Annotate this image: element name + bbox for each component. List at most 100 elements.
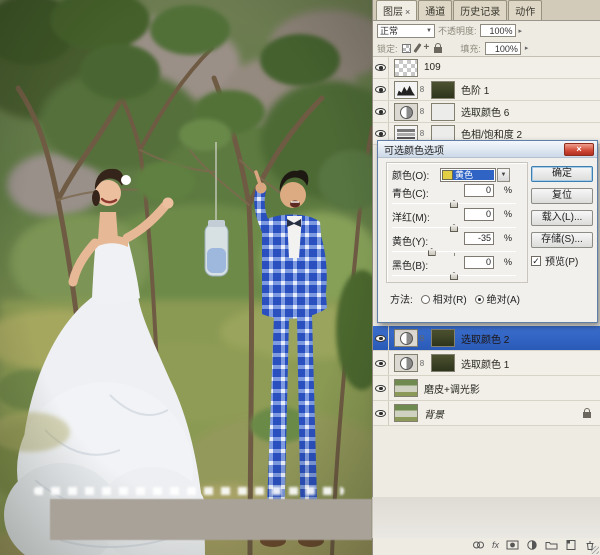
preview-checkbox[interactable]: ✓ [531, 255, 541, 266]
eye-icon [375, 384, 386, 392]
layer-mask-thumbnail[interactable] [431, 354, 455, 372]
black-input[interactable]: 0 [464, 256, 494, 269]
layer-name[interactable]: 色阶 1 [461, 82, 489, 97]
layer-name[interactable]: 选取颜色 2 [461, 331, 509, 346]
reset-button[interactable]: 复位 [531, 188, 593, 204]
new-adjustment-layer-icon[interactable] [526, 539, 538, 551]
tab-channels[interactable]: 通道 [418, 0, 453, 20]
layer-row-selective2[interactable]: 8 选取颜色 2 [373, 326, 600, 351]
lock-position-icon[interactable]: + [424, 43, 430, 53]
layer-name[interactable]: 背景 [424, 406, 444, 421]
new-layer-icon[interactable] [565, 539, 577, 551]
tab-layers-label: 图层 [383, 7, 403, 18]
layer-mask-thumbnail[interactable] [431, 80, 455, 99]
lock-all-icon[interactable] [434, 43, 443, 53]
photo-canvas[interactable] [0, 0, 372, 555]
levels-adjustment-thumbnail[interactable] [394, 80, 418, 99]
fill-spinner-icon[interactable]: ▸ [525, 44, 529, 52]
layer-row-selective1[interactable]: 8 选取颜色 1 [373, 351, 600, 376]
layer-name[interactable]: 色相/饱和度 2 [461, 126, 522, 141]
eye-icon [375, 108, 386, 115]
layer-row-retouch[interactable]: 磨皮+调光影 [373, 376, 600, 401]
layers-panel-footer: fx [472, 539, 596, 551]
layer-row-background[interactable]: 背景 [373, 401, 600, 426]
slider-handle[interactable] [427, 248, 436, 256]
yellow-slider[interactable] [392, 248, 516, 257]
slider-handle[interactable] [450, 224, 458, 232]
visibility-toggle[interactable] [373, 57, 389, 78]
lock-pixels-brush-icon[interactable] [412, 43, 422, 53]
radio-relative-label: 相对(R) [432, 295, 467, 306]
opacity-input[interactable]: 100% [479, 24, 516, 37]
link-layers-icon[interactable] [472, 539, 485, 551]
layer-thumbnail[interactable] [394, 379, 418, 397]
delete-layer-icon[interactable] [584, 539, 596, 551]
panel-tab-bar: 图层 × 通道 历史记录 动作 [373, 0, 600, 21]
tab-history[interactable]: 历史记录 [453, 0, 508, 20]
layer-name[interactable]: 选取颜色 6 [461, 104, 509, 119]
selective-color-thumbnail[interactable] [394, 329, 418, 347]
new-group-icon[interactable] [545, 539, 558, 551]
preview-row[interactable]: ✓ 预览(P) [531, 253, 578, 268]
magenta-slider[interactable] [392, 224, 516, 233]
selective-color-thumbnail[interactable] [394, 102, 418, 121]
chevron-down-icon[interactable]: ▼ [497, 167, 510, 182]
lock-transparency-icon[interactable] [401, 43, 411, 53]
cyan-slider[interactable] [392, 200, 516, 209]
layer-thumbnail[interactable] [394, 404, 418, 422]
dialog-title-bar[interactable]: 可选颜色选项 × [378, 141, 597, 158]
layer-name[interactable]: 选取颜色 1 [461, 356, 509, 371]
tab-actions[interactable]: 动作 [508, 0, 543, 20]
tab-layers[interactable]: 图层 × [376, 0, 418, 20]
add-mask-icon[interactable] [506, 539, 519, 551]
link-icon: 8 [419, 129, 425, 138]
blend-mode-select[interactable]: 正常 ▼ [377, 23, 435, 38]
layer-mask-thumbnail[interactable] [431, 329, 455, 347]
slider-center-tick [454, 253, 455, 256]
layer-row-109[interactable]: 109 [373, 57, 600, 79]
photoshop-workspace: 图层 × 通道 历史记录 动作 正常 ▼ 不透明度: 100% ▸ 锁定: + 填… [0, 0, 600, 555]
layer-style-icon[interactable]: fx [492, 540, 499, 550]
ok-button[interactable]: 确定 [531, 166, 593, 182]
radio-icon[interactable] [420, 295, 430, 304]
yellow-input[interactable]: -35 [464, 232, 494, 245]
visibility-toggle[interactable] [373, 326, 389, 350]
layer-mask-thumbnail[interactable] [431, 102, 455, 121]
dialog-title: 可选颜色选项 [384, 145, 444, 157]
cyan-input[interactable]: 0 [464, 184, 494, 197]
magenta-input[interactable]: 0 [464, 208, 494, 221]
visibility-toggle[interactable] [373, 101, 389, 122]
visibility-toggle[interactable] [373, 376, 389, 400]
slider-handle[interactable] [450, 272, 458, 280]
visibility-toggle[interactable] [373, 351, 389, 375]
layer-row-levels1[interactable]: 8 色阶 1 [373, 79, 600, 101]
dialog-close-button[interactable]: × [564, 142, 594, 156]
opacity-spinner-icon[interactable]: ▸ [519, 27, 523, 35]
link-icon: 8 [419, 333, 425, 343]
black-slider[interactable] [392, 272, 516, 281]
cyan-row: 青色(C): 0 % [392, 184, 520, 209]
layer-name[interactable]: 磨皮+调光影 [424, 381, 480, 396]
radio-absolute[interactable]: 绝对(A) [474, 291, 520, 306]
yellow-swatch [442, 169, 453, 180]
eye-icon [375, 130, 386, 137]
layer-thumbnail[interactable] [394, 58, 418, 77]
layer-name[interactable]: 109 [424, 62, 441, 73]
slider-handle[interactable] [450, 200, 458, 208]
tab-close-icon[interactable]: × [405, 7, 410, 17]
color-dropdown-value: 黄色 [453, 169, 494, 180]
visibility-toggle[interactable] [373, 79, 389, 100]
radio-icon-checked[interactable] [474, 295, 484, 304]
color-dropdown[interactable]: 黄色 [440, 167, 496, 182]
opacity-label: 不透明度: [438, 26, 477, 36]
selective-color-thumbnail[interactable] [394, 354, 418, 372]
blend-mode-value: 正常 [380, 26, 399, 36]
radio-relative[interactable]: 相对(R) [420, 291, 467, 306]
fill-input[interactable]: 100% [484, 41, 521, 55]
visibility-toggle[interactable] [373, 401, 389, 425]
load-button[interactable]: 载入(L)... [531, 210, 593, 226]
magenta-unit: % [503, 209, 512, 219]
save-button[interactable]: 存储(S)... [531, 232, 593, 248]
black-label: 黑色(B): [392, 261, 429, 272]
layer-row-selective6[interactable]: 8 选取颜色 6 [373, 101, 600, 123]
